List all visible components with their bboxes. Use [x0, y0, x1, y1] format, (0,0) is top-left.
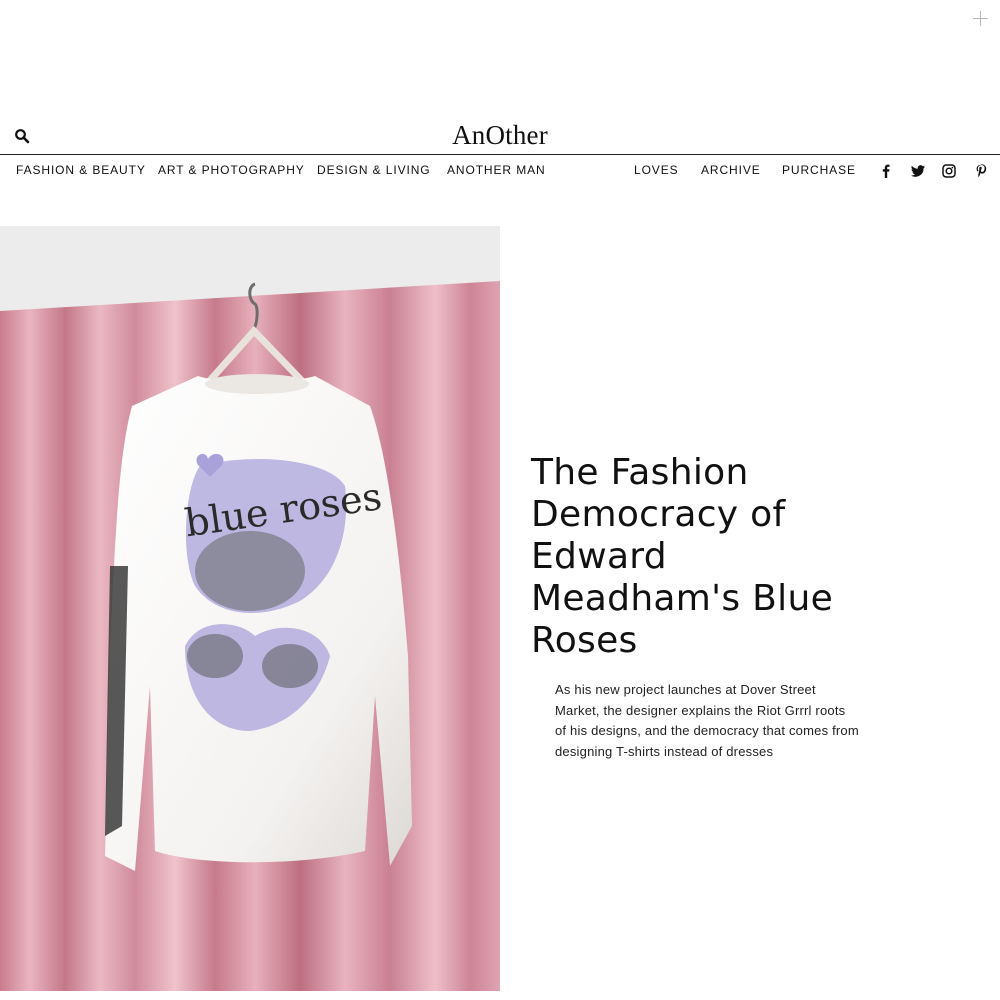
nav-loves[interactable]: LOVES — [634, 163, 679, 177]
nav-purchase[interactable]: PURCHASE — [782, 163, 856, 177]
hero-photo-tshirt: blue roses — [0, 226, 500, 991]
nav-design-living[interactable]: DESIGN & LIVING — [317, 163, 431, 177]
nav-archive[interactable]: ARCHIVE — [701, 163, 761, 177]
header-divider — [0, 154, 1000, 155]
pinterest-icon[interactable] — [973, 163, 989, 179]
nav-another-man[interactable]: ANOTHER MAN — [447, 163, 546, 177]
nav-art-photography[interactable]: ART & PHOTOGRAPHY — [158, 163, 305, 177]
header: AnOther — [0, 118, 1000, 154]
site-logo[interactable]: AnOther — [0, 120, 1000, 151]
hero-image[interactable]: blue roses — [0, 226, 500, 991]
nav-fashion-beauty[interactable]: FASHION & BEAUTY — [16, 163, 146, 177]
facebook-icon[interactable] — [878, 163, 894, 179]
main-nav: FASHION & BEAUTY ART & PHOTOGRAPHY DESIG… — [0, 160, 1000, 182]
twitter-icon[interactable] — [910, 163, 926, 179]
article-standfirst: As his new project launches at Dover Str… — [555, 682, 859, 759]
instagram-icon[interactable] — [941, 163, 957, 179]
article-title[interactable]: The Fashion Democracy of Edward Meadham'… — [531, 452, 851, 662]
plus-icon[interactable] — [972, 10, 990, 28]
